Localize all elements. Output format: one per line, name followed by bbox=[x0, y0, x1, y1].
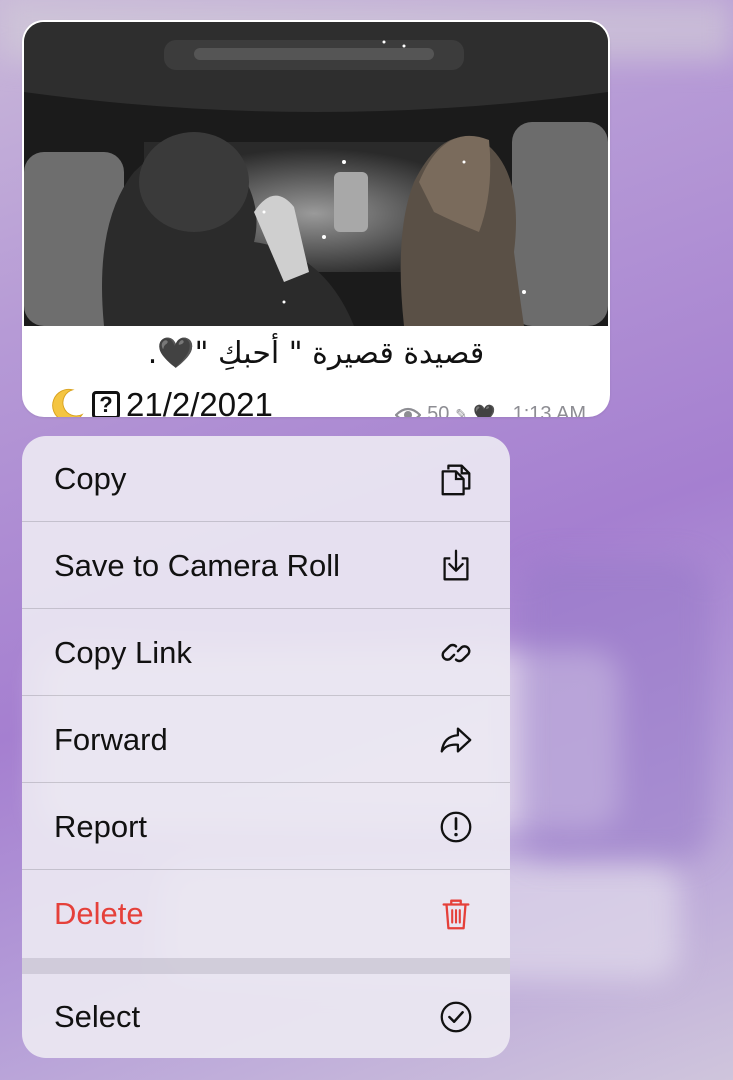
menu-item-label: Select bbox=[54, 999, 141, 1034]
menu-section-separator bbox=[22, 958, 510, 974]
copy-icon bbox=[436, 459, 476, 499]
context-menu: Copy Save to Camera Roll Copy Link Forwa… bbox=[22, 436, 510, 1058]
message-date-line: ? 21/2/2021 bbox=[48, 386, 273, 417]
sender-heart: 🖤 bbox=[473, 404, 496, 417]
save-download-icon bbox=[436, 546, 476, 586]
select-button[interactable]: Select bbox=[22, 974, 510, 1058]
save-to-camera-roll-button[interactable]: Save to Camera Roll bbox=[22, 523, 510, 609]
edited-marker: ✎ bbox=[455, 406, 468, 417]
exclamation-circle-icon bbox=[436, 807, 476, 847]
message-time: , 1:13 AM bbox=[501, 403, 587, 417]
menu-item-label: Forward bbox=[54, 721, 168, 757]
message-photo[interactable] bbox=[24, 22, 608, 326]
eye-icon bbox=[395, 407, 422, 417]
message-bubble[interactable]: قصيدة قصيرة " أحبكِ "🖤. ? 21/2/2021 50 ✎… bbox=[22, 20, 610, 417]
forward-arrow-icon bbox=[436, 720, 476, 760]
copy-link-button[interactable]: Copy Link bbox=[22, 610, 510, 696]
delete-button[interactable]: Delete bbox=[22, 871, 510, 957]
crescent-moon-icon bbox=[52, 388, 84, 417]
report-button[interactable]: Report bbox=[22, 784, 510, 870]
background-blur bbox=[520, 560, 710, 860]
menu-item-label: Delete bbox=[54, 896, 144, 931]
message-caption: قصيدة قصيرة " أحبكِ "🖤. bbox=[147, 336, 485, 371]
copy-button[interactable]: Copy bbox=[22, 436, 510, 522]
trash-icon bbox=[436, 894, 476, 934]
forward-button[interactable]: Forward bbox=[22, 697, 510, 783]
views-count: 50 bbox=[427, 403, 450, 417]
menu-item-label: Report bbox=[54, 808, 148, 844]
message-meta: 50 ✎ 🖤 , 1:13 AM bbox=[395, 403, 586, 417]
menu-item-label: Save to Camera Roll bbox=[54, 547, 341, 583]
menu-item-label: Copy bbox=[54, 460, 127, 496]
message-date: 21/2/2021 bbox=[126, 386, 273, 417]
link-icon bbox=[436, 633, 476, 673]
menu-item-label: Copy Link bbox=[54, 634, 192, 670]
unknown-glyph-icon: ? bbox=[92, 391, 120, 417]
checkmark-circle-icon bbox=[436, 997, 476, 1037]
